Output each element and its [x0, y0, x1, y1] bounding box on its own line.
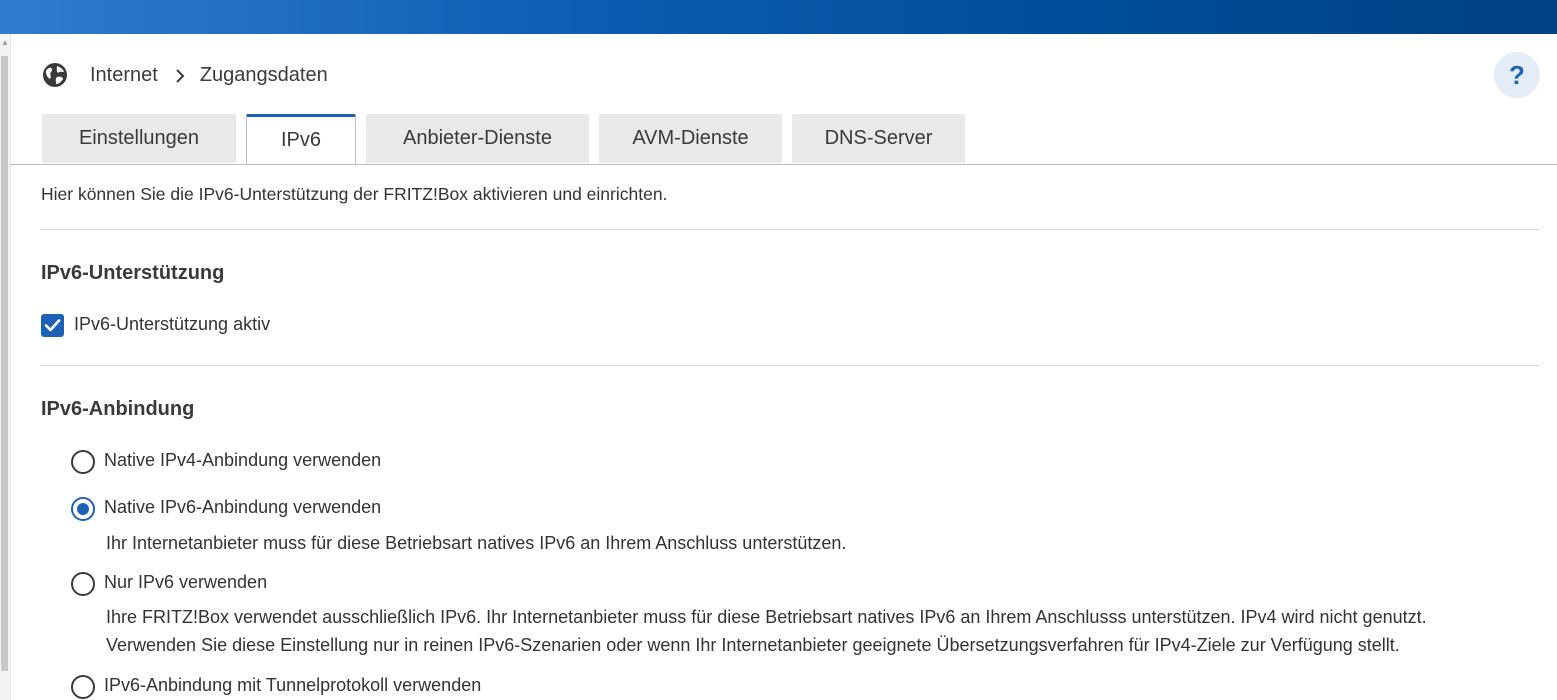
scrollbar-thumb[interactable]: [1, 56, 8, 671]
tab-anbieter-dienste[interactable]: Anbieter-Dienste: [366, 114, 589, 163]
radio-description-ipv6-only-line-1: Ihre FRITZ!Box verwendet ausschließlich …: [106, 607, 1427, 627]
radio-native-ipv4[interactable]: [71, 450, 95, 474]
breadcrumb-current-page: Zugangsdaten: [199, 63, 328, 86]
tab-bar: Einstellungen IPv6 Anbieter-Dienste AVM-…: [10, 114, 1557, 165]
help-button[interactable]: ?: [1494, 52, 1540, 98]
divider: [40, 365, 1539, 366]
radio-ipv6-only[interactable]: [71, 572, 95, 596]
radio-native-ipv6[interactable]: [71, 497, 95, 521]
radio-label-ipv6-only[interactable]: Nur IPv6 verwenden: [104, 572, 267, 593]
radio-ipv6-tunnel[interactable]: [71, 675, 95, 699]
breadcrumb: Internet Zugangsdaten: [40, 58, 328, 92]
section-title-ipv6-support: IPv6-Unterstützung: [41, 262, 225, 284]
ipv6-support-checkbox[interactable]: [41, 314, 64, 337]
section-title-ipv6-connection: IPv6-Anbindung: [41, 398, 195, 420]
radio-description-ipv6-only-line-2: Verwenden Sie diese Einstellung nur in r…: [106, 635, 1400, 655]
radio-label-native-ipv4[interactable]: Native IPv4-Anbindung verwenden: [104, 450, 381, 471]
page-intro-text: Hier können Sie die IPv6-Unterstützung d…: [41, 184, 668, 204]
tab-ipv6[interactable]: IPv6: [246, 114, 356, 164]
checkmark-icon: [44, 319, 61, 332]
ipv6-support-checkbox-label[interactable]: IPv6-Unterstützung aktiv: [74, 314, 270, 335]
tab-dns-server[interactable]: DNS-Server: [792, 114, 965, 163]
divider: [40, 229, 1539, 230]
radio-description-native-ipv6: Ihr Internetanbieter muss für diese Betr…: [106, 533, 847, 553]
chevron-right-icon: [174, 67, 186, 83]
breadcrumb-internet-link[interactable]: Internet: [90, 64, 158, 87]
tab-einstellungen[interactable]: Einstellungen: [42, 114, 236, 163]
globe-icon: [40, 60, 70, 90]
radio-label-native-ipv6[interactable]: Native IPv6-Anbindung verwenden: [104, 497, 381, 518]
top-header-bar: [0, 0, 1557, 34]
radio-label-ipv6-tunnel[interactable]: IPv6-Anbindung mit Tunnelprotokoll verwe…: [104, 675, 481, 696]
tab-avm-dienste[interactable]: AVM-Dienste: [599, 114, 782, 163]
scroll-up-arrow-icon[interactable]: ▲: [1, 36, 9, 50]
